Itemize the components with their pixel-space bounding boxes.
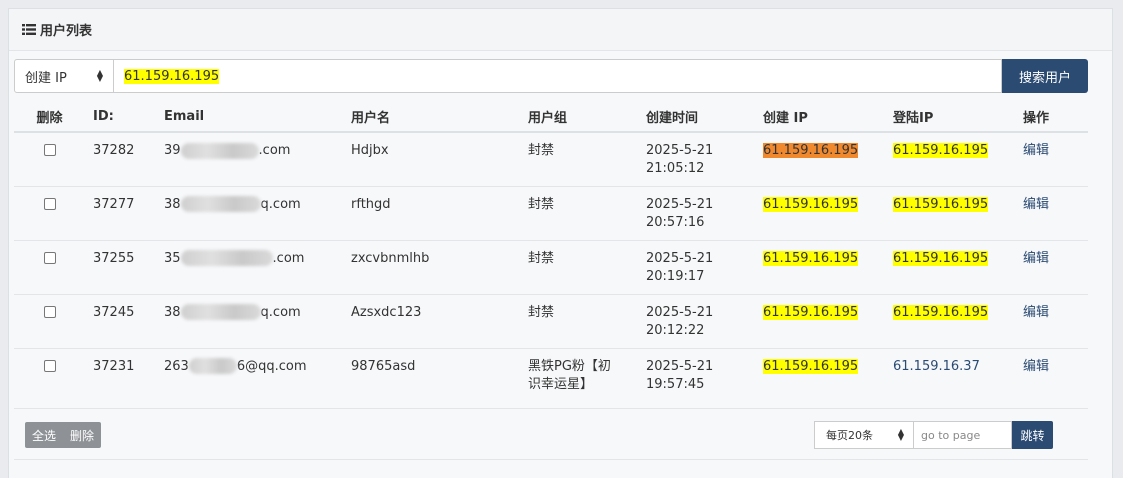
updown-arrow-icon: ▲ ▼ bbox=[96, 68, 103, 83]
row-user-group: 封禁 bbox=[520, 240, 638, 295]
row-checkbox[interactable] bbox=[43, 359, 56, 372]
row-username: 98765asd bbox=[343, 348, 520, 409]
row-id: 37255 bbox=[85, 240, 156, 295]
per-page-value: 每页20条 bbox=[826, 429, 873, 442]
redacted-blur bbox=[180, 142, 259, 159]
redacted-blur bbox=[180, 196, 261, 212]
row-username: zxcvbnmlhb bbox=[343, 240, 520, 295]
table-header-row: 删除 ID: Email 用户名 用户组 创建时间 创建 IP 登陆IP 操作 bbox=[14, 102, 1088, 133]
row-user-group: 封禁 bbox=[520, 294, 638, 349]
header-login-ip: 登陆IP bbox=[885, 102, 1015, 133]
edit-link[interactable]: 编辑 bbox=[1015, 294, 1088, 349]
bulk-actions: 全选 删除 bbox=[25, 422, 102, 448]
table-row: 37245 38 q.com Azsxdc123 封禁 2025-5-21 20:1… bbox=[14, 294, 1088, 349]
row-email: 35 .com bbox=[156, 240, 343, 295]
row-created-time: 2025-5-21 20:19:17 bbox=[638, 240, 755, 295]
row-checkbox[interactable] bbox=[43, 144, 56, 156]
jump-button[interactable]: 跳转 bbox=[1012, 421, 1053, 449]
list-icon bbox=[22, 24, 36, 35]
header-create-ip: 创建 IP bbox=[755, 102, 885, 133]
row-create-ip: 61.159.16.195 bbox=[755, 348, 885, 409]
edit-link[interactable]: 编辑 bbox=[1015, 132, 1088, 187]
header-actions: 操作 bbox=[1015, 102, 1088, 133]
row-login-ip: 61.159.16.37 bbox=[885, 348, 1015, 409]
header-delete: 删除 bbox=[14, 102, 85, 133]
row-user-group: 封禁 bbox=[520, 186, 638, 241]
delete-button[interactable]: 删除 bbox=[63, 427, 101, 444]
panel-header: 用户列表 bbox=[9, 9, 1112, 51]
header-user-group: 用户组 bbox=[520, 102, 638, 133]
pagination: 每页20条 ▲ ▼ go to page 跳转 bbox=[814, 421, 1053, 449]
row-email: 38 q.com bbox=[156, 294, 343, 349]
search-input[interactable]: 61.159.16.195 bbox=[114, 59, 1002, 93]
redacted-blur bbox=[180, 250, 273, 266]
row-created-time: 2025-5-21 21:05:12 bbox=[638, 132, 755, 187]
row-checkbox[interactable] bbox=[43, 197, 56, 210]
row-created-time: 2025-5-21 20:57:16 bbox=[638, 186, 755, 241]
search-field-select[interactable]: 创建 IP ▲ ▼ bbox=[14, 59, 114, 93]
row-login-ip: 61.159.16.195 bbox=[885, 294, 1015, 349]
row-user-group: 封禁 bbox=[520, 132, 638, 187]
table-row: 37255 35 .com zxcvbnmlhb 封禁 2025-5-21 20:1… bbox=[14, 240, 1088, 295]
table-row: 37231 263 6@qq.com 98765asd 黑铁PG粉【初 识幸运星】 … bbox=[14, 348, 1088, 409]
row-checkbox[interactable] bbox=[43, 251, 56, 264]
row-create-ip: 61.159.16.195 bbox=[755, 186, 885, 241]
row-created-time: 2025-5-21 20:12:22 bbox=[638, 294, 755, 349]
redacted-blur bbox=[180, 304, 261, 320]
table-row: 37282 39 .com Hdjbx 封禁 2025-5-21 21:05:12 … bbox=[14, 132, 1088, 187]
row-email: 263 6@qq.com bbox=[156, 348, 343, 409]
per-page-select[interactable]: 每页20条 ▲ ▼ bbox=[814, 421, 914, 449]
row-created-time: 2025-5-21 19:57:45 bbox=[638, 348, 755, 409]
row-username: Hdjbx bbox=[343, 132, 520, 187]
header-created-time: 创建时间 bbox=[638, 102, 755, 133]
header-username: 用户名 bbox=[343, 102, 520, 133]
row-id: 37277 bbox=[85, 186, 156, 241]
header-email: Email bbox=[156, 102, 343, 133]
panel-title: 用户列表 bbox=[40, 24, 93, 39]
table-footer: 全选 删除 每页20条 ▲ ▼ go to page 跳转 bbox=[14, 410, 1088, 460]
row-email: 39 .com bbox=[156, 132, 343, 187]
row-id: 37282 bbox=[85, 132, 156, 187]
search-field-value: 创建 IP bbox=[25, 70, 67, 86]
row-login-ip: 61.159.16.195 bbox=[885, 186, 1015, 241]
row-login-ip: 61.159.16.195 bbox=[885, 240, 1015, 295]
row-email: 38 q.com bbox=[156, 186, 343, 241]
search-bar: 创建 IP ▲ ▼ 61.159.16.195 搜索用户 bbox=[14, 59, 1088, 93]
row-user-group: 黑铁PG粉【初 识幸运星】 bbox=[520, 348, 638, 409]
row-username: Azsxdc123 bbox=[343, 294, 520, 349]
redacted-blur bbox=[188, 358, 237, 374]
search-user-button[interactable]: 搜索用户 bbox=[1002, 59, 1088, 93]
edit-link[interactable]: 编辑 bbox=[1015, 348, 1088, 409]
row-create-ip: 61.159.16.195 bbox=[755, 240, 885, 295]
header-id: ID: bbox=[85, 102, 156, 133]
row-login-ip: 61.159.16.195 bbox=[885, 132, 1015, 187]
row-id: 37231 bbox=[85, 348, 156, 409]
goto-page-input[interactable]: go to page bbox=[914, 421, 1012, 449]
table-row: 37277 38 q.com rfthgd 封禁 2025-5-21 20:57:1… bbox=[14, 186, 1088, 241]
updown-arrow-icon: ▲ ▼ bbox=[897, 427, 904, 442]
search-query: 61.159.16.195 bbox=[124, 68, 220, 84]
row-create-ip: 61.159.16.195 bbox=[755, 294, 885, 349]
edit-link[interactable]: 编辑 bbox=[1015, 240, 1088, 295]
row-username: rfthgd bbox=[343, 186, 520, 241]
row-checkbox[interactable] bbox=[43, 305, 56, 318]
row-id: 37245 bbox=[85, 294, 156, 349]
row-create-ip: 61.159.16.195 bbox=[755, 132, 885, 187]
edit-link[interactable]: 编辑 bbox=[1015, 186, 1088, 241]
select-all-button[interactable]: 全选 bbox=[25, 427, 63, 444]
user-table: 删除 ID: Email 用户名 用户组 创建时间 创建 IP 登陆IP 操作 … bbox=[14, 102, 1088, 409]
